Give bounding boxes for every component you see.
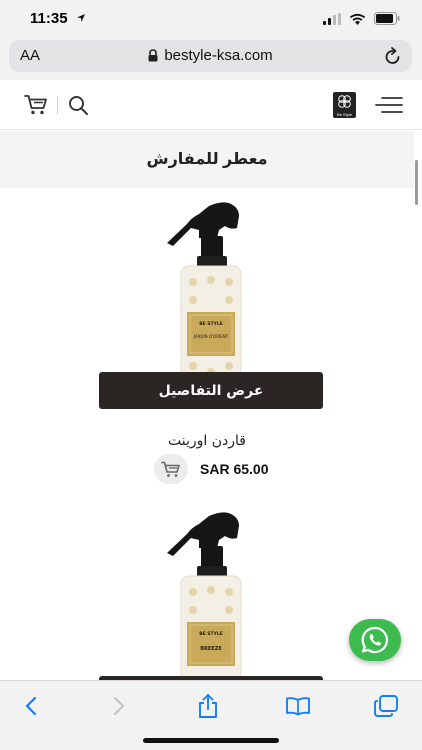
category-header: معطر للمفارش bbox=[0, 131, 414, 188]
back-button[interactable] bbox=[16, 693, 46, 719]
logo-mark bbox=[338, 95, 351, 108]
share-button[interactable] bbox=[193, 693, 223, 719]
reload-icon[interactable] bbox=[384, 46, 402, 66]
bottle-label: BREEZE bbox=[200, 646, 222, 652]
menu-icon[interactable] bbox=[375, 96, 403, 114]
url-text: bestyle-ksa.com bbox=[164, 47, 273, 64]
browser-address-area: AA bestyle-ksa.com bbox=[0, 38, 422, 80]
bottle-label: JARDIN D'ORIENT bbox=[193, 334, 229, 339]
forward-icon bbox=[113, 696, 125, 716]
product-card: BE STYLE BREEZE bbox=[0, 506, 414, 706]
wifi-icon bbox=[349, 13, 366, 25]
share-icon bbox=[199, 694, 217, 718]
site-logo[interactable]: Be Style bbox=[333, 92, 356, 118]
forward-button[interactable] bbox=[104, 693, 134, 719]
location-arrow-icon bbox=[77, 14, 85, 22]
search-icon[interactable] bbox=[68, 95, 89, 116]
whatsapp-button[interactable] bbox=[349, 619, 401, 661]
view-details-button[interactable]: عرض التفاصيل bbox=[99, 372, 323, 409]
category-title: معطر للمفارش bbox=[146, 151, 268, 168]
price-row: SAR 65.00 bbox=[0, 454, 414, 486]
status-icons bbox=[323, 12, 400, 25]
product-card: BE STYLE JARDIN D'ORIENT عرض التفاصيل قا… bbox=[0, 196, 414, 496]
tabs-icon bbox=[374, 695, 398, 717]
bookmarks-icon bbox=[286, 697, 310, 716]
header-divider bbox=[57, 96, 58, 114]
product-name[interactable]: قاردن اورينت bbox=[0, 433, 414, 449]
logo-text: Be Style bbox=[337, 112, 352, 117]
cart-icon[interactable] bbox=[24, 94, 48, 116]
tabs-button[interactable] bbox=[371, 693, 401, 719]
battery-icon bbox=[374, 12, 400, 25]
lock-icon bbox=[148, 49, 158, 62]
page-scrollbar[interactable] bbox=[415, 160, 418, 205]
product-image[interactable]: BE STYLE JARDIN D'ORIENT bbox=[147, 196, 247, 396]
status-time: 11:35 bbox=[30, 10, 68, 27]
whatsapp-icon bbox=[361, 626, 388, 654]
back-icon bbox=[25, 696, 37, 716]
bottle-brand: BE STYLE bbox=[199, 631, 223, 637]
status-bar: 11:35 bbox=[0, 0, 422, 38]
product-price: SAR 65.00 bbox=[200, 461, 269, 477]
add-to-cart-button[interactable] bbox=[154, 454, 188, 484]
bookmarks-button[interactable] bbox=[283, 693, 313, 719]
site-header: Be Style bbox=[0, 80, 422, 130]
address-bar[interactable]: AA bestyle-ksa.com bbox=[9, 40, 412, 72]
bottle-brand: BE STYLE bbox=[199, 321, 223, 327]
url-display[interactable]: bestyle-ksa.com bbox=[9, 47, 412, 64]
signal-icon bbox=[323, 12, 341, 25]
cart-icon bbox=[161, 461, 180, 477]
home-indicator bbox=[143, 738, 279, 743]
